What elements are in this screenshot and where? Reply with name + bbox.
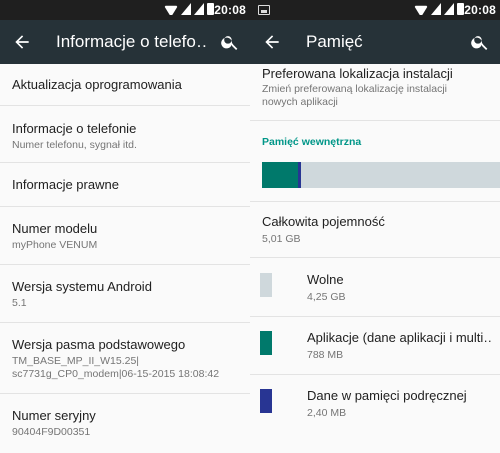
status-time: 20:08 [464,3,496,17]
divider [250,316,500,317]
divider [250,257,500,258]
section-header-internal: Pamięć wewnętrzna [262,136,362,148]
list-item-baseband[interactable]: Wersja pasma podstawowego TM_BASE_MP_II_… [0,323,250,394]
storage-item-value: 2,40 MB [307,407,347,419]
list-item-title: Numer modelu [12,221,98,236]
signal-icon [181,3,191,15]
cache-color-swatch [260,389,272,413]
divider [250,201,500,202]
total-capacity-title: Całkowita pojemność [262,214,385,229]
search-icon[interactable] [220,32,240,52]
app-bar: Pamięć [250,20,500,64]
storage-usage-bar [262,162,500,188]
status-icons [414,3,464,15]
about-phone-screen: 20:08 Informacje o telefo… Aktualizacja … [0,0,250,453]
storage-item-value: 4,25 GB [307,291,346,303]
back-arrow-icon[interactable] [262,32,282,52]
status-time: 20:08 [214,3,246,17]
list-item-android-version[interactable]: Wersja systemu Android 5.1 [0,265,250,323]
list-item-subtitle: Numer telefonu, sygnał itd. [12,139,137,151]
storage-item-label: Wolne [307,272,344,287]
page-title: Pamięć [306,32,363,51]
list-item-subtitle: myPhone VENUM [12,239,98,251]
list-item-software-update[interactable]: Aktualizacja oprogramowania [0,64,250,106]
usage-segment-cache [298,162,301,188]
storage-screen: 20:08 Pamięć Preferowana lokalizacja ins… [250,0,500,453]
usage-segment-apps [262,162,298,188]
install-location-title: Preferowana lokalizacja instalacji [262,66,453,81]
status-icons [164,3,214,15]
signal-icon [431,3,441,15]
page-title: Informacje o telefo… [56,32,206,51]
free-color-swatch [260,273,272,297]
list-item-subtitle: 5.1 [12,297,27,309]
storage-item-label: Aplikacje (dane aplikacji i multi… [307,330,492,345]
image-notification-icon [258,5,270,15]
apps-color-swatch [260,331,272,355]
status-bar: 20:08 [250,0,500,20]
list-item-title: Numer seryjny [12,408,96,423]
phone-info-text: Informacje o telefonie Numer telefonu, s… [12,121,137,152]
battery-icon [457,3,464,15]
list-item-title: Informacje o telefonie [12,121,137,136]
list-item-legal[interactable]: Informacje prawne [0,163,250,207]
list-item-title: Wersja systemu Android [12,279,152,294]
wifi-icon [164,3,178,15]
list-item-subtitle: sc7731g_CP0_modem|06-15-2015 18:08:42 [12,368,220,380]
list-item-title: Aktualizacja oprogramowania [12,77,182,92]
back-arrow-icon[interactable] [12,32,32,52]
list-item-serial[interactable]: Numer seryjny 90404F9D00351 [0,394,250,453]
list-item-subtitle: 90404F9D00351 [12,426,91,438]
signal-icon [194,3,204,15]
install-location-subtitle: Zmień preferowaną lokalizację instalacji… [262,83,448,108]
list-item-title: Wersja pasma podstawowego [12,337,186,352]
list-item-model[interactable]: Numer modelu myPhone VENUM [0,207,250,265]
search-icon[interactable] [470,32,490,52]
signal-icon [444,3,454,15]
list-item-subtitle: TM_BASE_MP_II_W15.25| [12,355,140,367]
wifi-icon [414,3,428,15]
storage-item-value: 788 MB [307,349,344,361]
divider [250,374,500,375]
total-capacity-item: Całkowita pojemność 5,01 GB [262,214,385,246]
divider [250,120,500,121]
storage-item-label: Dane w pamięci podręcznej [307,388,467,403]
battery-icon [207,3,214,15]
list-item-title: Informacje prawne [12,177,119,192]
app-bar: Informacje o telefo… [0,20,250,64]
status-bar: 20:08 [0,0,250,20]
install-location-item[interactable]: Preferowana lokalizacja instalacji Zmień… [262,66,494,109]
total-capacity-value: 5,01 GB [262,233,301,245]
